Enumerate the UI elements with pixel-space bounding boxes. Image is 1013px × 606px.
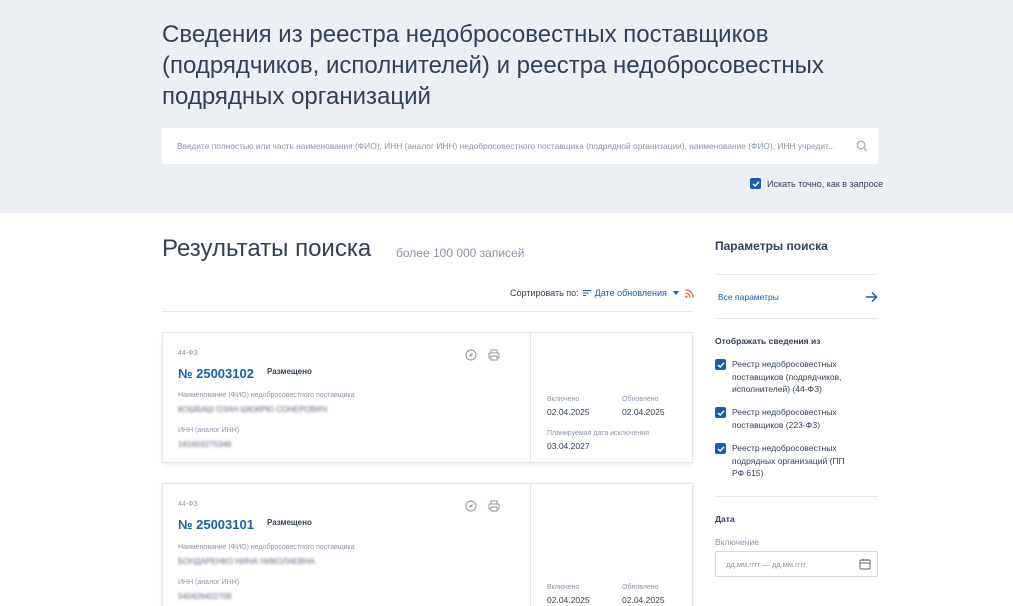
search-input[interactable] [162, 128, 842, 164]
exclusion-label: Планируемая дата исключения [547, 430, 649, 437]
inn-value: 181603275346 [178, 440, 232, 449]
divider [715, 274, 878, 275]
supplier-name-value: КОШБАШ ОЗАН ШЮКРЮ СОНЕРОВИЧ [178, 405, 327, 414]
check-icon [717, 409, 725, 416]
card-divider [530, 333, 531, 462]
inclusion-date-range-input[interactable]: дд.мм.гггг — дд.мм.гггг [715, 551, 878, 577]
page-title: Сведения из реестра недобросовестных пос… [162, 21, 824, 110]
sort-icon[interactable] [582, 289, 591, 297]
result-card: 44-ФЗ № 25003102 Размещено Наименование … [162, 332, 693, 463]
all-params-link[interactable]: Все параметры [718, 292, 779, 302]
compass-icon[interactable] [465, 349, 477, 361]
registry-option-pp615[interactable]: Реестр недобросовестных подрядных органи… [715, 442, 875, 480]
included-date: 02.04.2025 [547, 595, 590, 605]
inn-label: ИНН (аналог ИНН) [178, 427, 240, 434]
results-title: Результаты поиска [162, 235, 372, 262]
status-badge: Размещено [267, 367, 312, 376]
updated-label: Обновлено [622, 584, 659, 591]
law-tag: 44-ФЗ [178, 501, 198, 508]
search-box [162, 128, 878, 164]
divider [715, 496, 878, 497]
hero-section: Сведения из реестра недобросовестных пос… [0, 0, 1013, 213]
supplier-name-label: Наименование (ФИО) недобросовестного пос… [178, 544, 355, 551]
registry-number-link[interactable]: № 25003102 [178, 366, 254, 381]
status-badge: Размещено [267, 518, 312, 527]
print-icon[interactable] [488, 500, 500, 512]
exact-search-label: Искать точно, как в запросе [767, 178, 884, 189]
inclusion-date-label: Включение [715, 537, 759, 547]
registry-label: Реестр недобросовестных поставщиков (под… [732, 359, 842, 394]
included-date: 02.04.2025 [547, 407, 590, 417]
supplier-name-label: Наименование (ФИО) недобросовестного пос… [178, 392, 355, 399]
rss-icon[interactable] [685, 289, 694, 298]
check-icon [752, 180, 760, 187]
search-icon[interactable] [856, 140, 868, 152]
calendar-icon[interactable] [859, 558, 871, 570]
card-divider [530, 484, 531, 606]
included-label: Включено [547, 584, 580, 591]
exclusion-date: 03.04.2027 [547, 441, 590, 451]
updated-label: Обновлено [622, 396, 659, 403]
date-range-placeholder: дд.мм.гггг — дд.мм.гггг [726, 560, 807, 569]
registry-checkbox[interactable] [715, 359, 726, 370]
check-icon [717, 445, 725, 452]
results-count: более 100 000 записей [396, 246, 525, 260]
divider [715, 318, 878, 319]
registry-checkbox[interactable] [715, 407, 726, 418]
included-label: Включено [547, 396, 580, 403]
registry-option-223fz[interactable]: Реестр недобросовестных поставщиков (223… [715, 406, 875, 431]
divider [162, 311, 693, 312]
registry-number-link[interactable]: № 25003101 [178, 517, 254, 532]
sidebar-title: Параметры поиска [715, 239, 828, 253]
law-tag: 44-ФЗ [178, 350, 198, 357]
sort-control: Сортировать по: Дате обновления [510, 288, 679, 298]
result-card: 44-ФЗ № 25003101 Размещено Наименование … [162, 483, 693, 606]
exact-search-toggle[interactable]: Искать точно, как в запросе [750, 178, 883, 189]
updated-date: 02.04.2025 [622, 595, 665, 605]
registry-label: Реестр недобросовестных поставщиков (223… [732, 407, 837, 430]
supplier-name-value: БОНДАРЕНКО НИНА НИКОЛАЕВНА [178, 557, 315, 566]
show-from-title: Отображать сведения из [715, 336, 821, 346]
print-icon[interactable] [488, 349, 500, 361]
arrow-right-icon[interactable] [865, 291, 878, 303]
exact-search-checkbox[interactable] [750, 178, 761, 189]
sort-dropdown[interactable]: Дате обновления [595, 288, 667, 298]
updated-date: 02.04.2025 [622, 407, 665, 417]
check-icon [717, 361, 725, 368]
inn-label: ИНН (аналог ИНН) [178, 579, 240, 586]
registry-option-44fz[interactable]: Реестр недобросовестных поставщиков (под… [715, 358, 875, 396]
chevron-down-icon[interactable] [672, 291, 679, 295]
registry-label: Реестр недобросовестных подрядных органи… [732, 443, 845, 478]
date-section-title: Дата [715, 514, 735, 524]
sort-label: Сортировать по: [510, 288, 579, 298]
inn-value: 540426422709 [178, 592, 232, 601]
compass-icon[interactable] [465, 500, 477, 512]
registry-checkbox[interactable] [715, 443, 726, 454]
